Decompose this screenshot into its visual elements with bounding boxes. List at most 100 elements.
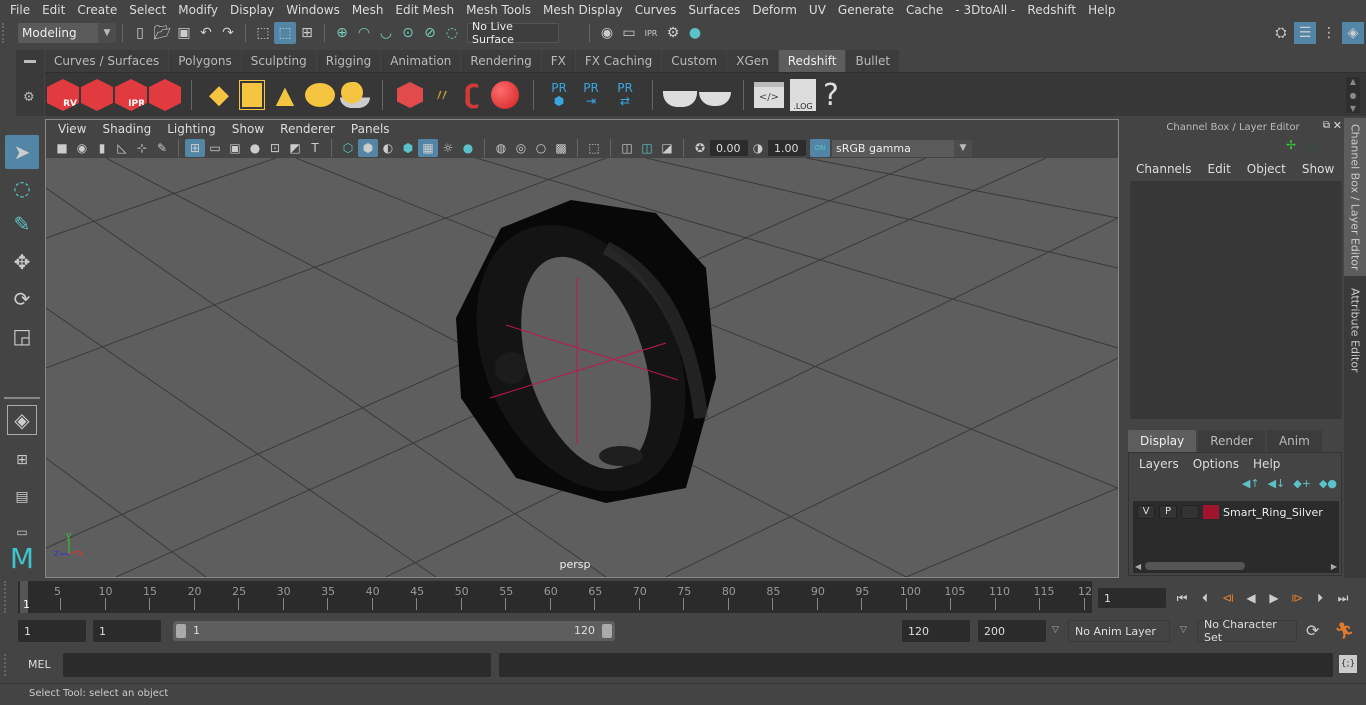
redshift-proxy-icon[interactable]: PR ⬢	[544, 82, 574, 108]
menu-deform[interactable]: Deform	[746, 3, 803, 17]
exposure-field[interactable]: 0.00	[710, 140, 748, 156]
redshift-bake-multi-icon[interactable]	[663, 91, 697, 107]
redshift-dome-light-icon[interactable]	[305, 83, 335, 107]
command-input[interactable]	[63, 653, 491, 677]
shadows-icon[interactable]: ●	[458, 139, 478, 157]
safe-title-icon[interactable]: T	[305, 139, 325, 157]
viewport-menu-view[interactable]: View	[50, 122, 94, 136]
close-icon[interactable]: ✕	[1333, 119, 1342, 132]
safe-action-icon[interactable]: ◩	[285, 139, 305, 157]
xray-icon[interactable]: ⬢	[398, 139, 418, 157]
layer-tab-render[interactable]: Render	[1198, 430, 1265, 452]
scroll-up-icon[interactable]: ▲	[1350, 77, 1356, 86]
smooth-shade-icon[interactable]: ⬢	[358, 139, 378, 157]
color-space-dropdown[interactable]: sRGB gamma ▼	[832, 139, 972, 157]
redshift-area-light-icon[interactable]: ◆	[202, 80, 236, 110]
menu-uv[interactable]: UV	[803, 3, 832, 17]
ipr-render-icon[interactable]: IPR	[640, 22, 662, 44]
channel-box-toggle-icon[interactable]: ◈	[1342, 22, 1364, 44]
new-empty-layer-icon[interactable]: ◆+	[1293, 477, 1311, 490]
redshift-render-settings-icon[interactable]	[149, 79, 181, 111]
anim-layer-dropdown[interactable]: No Anim Layer	[1068, 620, 1170, 642]
xray-joints-icon[interactable]: ◫	[617, 139, 637, 157]
menu-mesh-display[interactable]: Mesh Display	[537, 3, 629, 17]
menu-3dtoall[interactable]: - 3DtoAll -	[949, 3, 1021, 17]
side-tab-channel-box[interactable]: Channel Box / Layer Editor	[1344, 118, 1366, 276]
shelf-tab-polygons[interactable]: Polygons	[169, 50, 242, 72]
shelf-tab-fx[interactable]: FX	[541, 50, 576, 72]
mode-dropdown[interactable]: Modeling ▼	[18, 23, 116, 43]
drag-handle[interactable]	[2, 23, 14, 43]
layer-row[interactable]: V P Smart_Ring_Silver	[1137, 503, 1323, 521]
resolution-gate-icon[interactable]: ▣	[225, 139, 245, 157]
anim-layer-chevron-icon[interactable]: ▽	[1052, 625, 1059, 635]
viewport-menu-show[interactable]: Show	[224, 122, 272, 136]
toggle-icon[interactable]: ◐	[1308, 138, 1319, 153]
menu-generate[interactable]: Generate	[832, 3, 900, 17]
scroll-right-icon[interactable]: ▶	[1331, 562, 1337, 571]
open-scene-icon[interactable]: 📂︎	[151, 22, 173, 44]
side-tab-attribute-editor[interactable]: Attribute Editor	[1344, 280, 1366, 380]
shelf-tab-redshift[interactable]: Redshift	[778, 50, 847, 72]
range-end-handle[interactable]	[602, 624, 612, 638]
move-tool-icon[interactable]: ✥	[5, 245, 39, 279]
float-panel-icon[interactable]: ⧉	[1323, 120, 1330, 131]
redshift-script-icon[interactable]: </>	[754, 82, 784, 108]
redshift-log-icon[interactable]: .LOG	[790, 79, 816, 111]
film-gate-icon[interactable]: ▭	[205, 139, 225, 157]
snap-view-plane-icon[interactable]: ⊙	[397, 22, 419, 44]
hypershade-icon[interactable]: ●	[684, 22, 706, 44]
play-backwards-icon[interactable]: ◀	[1241, 588, 1261, 608]
shelf-tab-xgen[interactable]: XGen	[727, 50, 779, 72]
animation-start-field[interactable]: 1	[18, 620, 86, 642]
redshift-mesh-light-icon[interactable]: ʗ	[457, 80, 487, 110]
range-slider[interactable]: 1 120	[173, 621, 615, 641]
redshift-ipr-icon[interactable]: IPR	[115, 79, 147, 111]
gate-mask-icon[interactable]: ●	[245, 139, 265, 157]
shelf-tab-curves-surfaces[interactable]: Curves / Surfaces	[45, 50, 170, 72]
multisample-aa-icon[interactable]: ○	[531, 139, 551, 157]
menu-create[interactable]: Create	[71, 3, 123, 17]
go-to-end-icon[interactable]: ⏭	[1333, 588, 1353, 608]
redo-icon[interactable]: ↷	[217, 22, 239, 44]
scroll-thumb[interactable]: ●	[1350, 91, 1357, 100]
menu-windows[interactable]: Windows	[280, 3, 346, 17]
paint-select-tool-icon[interactable]: ✎	[5, 207, 39, 241]
channel-box-menu-edit[interactable]: Edit	[1208, 162, 1231, 176]
playback-end-field[interactable]: 120	[902, 620, 970, 642]
select-tool-icon[interactable]: ➤	[5, 135, 39, 169]
step-back-key-icon[interactable]: ⧏	[1218, 588, 1238, 608]
shelf-tab-animation[interactable]: Animation	[381, 50, 462, 72]
shelf-menu-icon[interactable]	[24, 60, 36, 63]
snap-point-icon[interactable]: ◡	[375, 22, 397, 44]
shelf-scrollbar[interactable]: ▲ ● ▼	[1346, 77, 1360, 113]
snap-curve-icon[interactable]: ◠	[353, 22, 375, 44]
time-slider[interactable]: 1 5 10 15 20 25 30 35 40 45 50 55 60 65 70 75 80 85 90 95 1…	[18, 581, 1092, 613]
shelf-tab-bullet[interactable]: Bullet	[846, 50, 901, 72]
shelf-tab-fx-caching[interactable]: FX Caching	[575, 50, 663, 72]
scroll-thumb[interactable]	[1145, 562, 1246, 570]
channel-box-menu-show[interactable]: Show	[1302, 162, 1334, 176]
layer-tab-anim[interactable]: Anim	[1266, 430, 1322, 452]
redshift-bake-icon[interactable]	[699, 92, 731, 106]
bookmark-icon[interactable]: ▮	[92, 139, 112, 157]
move-layer-up-icon[interactable]: ◀↑	[1242, 477, 1260, 490]
exposure-icon[interactable]: ✪	[690, 139, 710, 157]
select-camera-icon[interactable]: ■	[52, 139, 72, 157]
image-plane-toggle-icon[interactable]: ◪	[657, 139, 677, 157]
viewport-scene[interactable]: y x z persp	[46, 158, 1118, 577]
textured-icon[interactable]: ▦	[418, 139, 438, 157]
menu-mesh-tools[interactable]: Mesh Tools	[460, 3, 537, 17]
channel-box-menu-object[interactable]: Object	[1247, 162, 1286, 176]
persp-outliner-layout-icon[interactable]: ▤	[5, 480, 39, 514]
animation-preferences-icon[interactable]: 🏃︎	[1334, 621, 1354, 640]
menu-edit[interactable]: Edit	[36, 3, 71, 17]
step-back-frame-icon[interactable]: ⏴	[1195, 588, 1215, 608]
shelf-tab-custom[interactable]: Custom	[662, 50, 728, 72]
shelf-tab-rendering[interactable]: Rendering	[461, 50, 542, 72]
layer-menu-options[interactable]: Options	[1193, 457, 1239, 471]
move-layer-down-icon[interactable]: ◀↓	[1268, 477, 1286, 490]
depth-of-field-icon[interactable]: ▩	[551, 139, 571, 157]
field-chart-icon[interactable]: ⊡	[265, 139, 285, 157]
gamma-field[interactable]: 1.00	[768, 140, 806, 156]
